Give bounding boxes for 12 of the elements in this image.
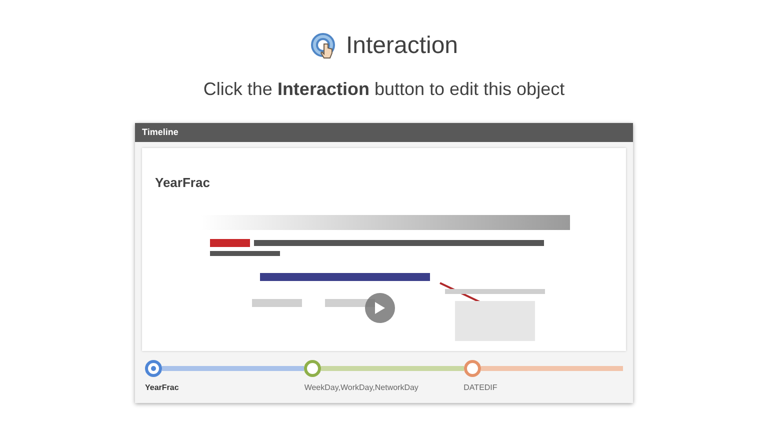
timeline-label: YearFrac	[145, 382, 180, 394]
page-title: Interaction	[346, 31, 458, 61]
touch-target-icon	[310, 32, 338, 60]
timeline-label: DATEDIF	[464, 382, 498, 394]
timeline-node[interactable]	[145, 360, 162, 377]
card-title: YearFrac	[155, 174, 211, 192]
instruction-text: Click the Interaction button to edit this object	[203, 78, 565, 101]
timeline-node[interactable]	[304, 360, 322, 377]
panel-title: Timeline	[142, 126, 178, 139]
timeline-node[interactable]	[464, 360, 481, 377]
play-icon	[375, 302, 385, 314]
timeline-label: WeekDay,WorkDay,NetworkDay	[304, 382, 420, 394]
